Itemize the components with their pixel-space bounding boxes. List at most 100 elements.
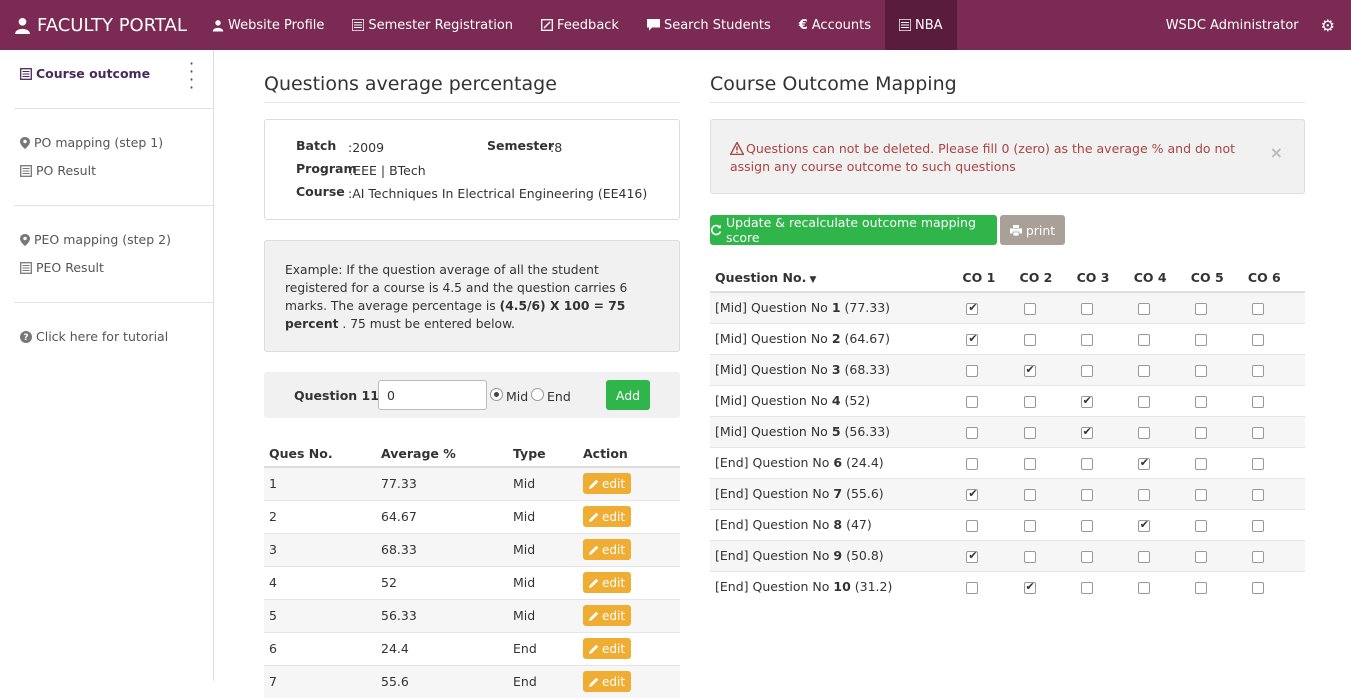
edit-button[interactable]: edit — [583, 473, 632, 495]
sidebar-item-peo-mapping[interactable]: PEO mapping (step 2) — [20, 232, 171, 247]
co4-checkbox[interactable] — [1137, 333, 1150, 346]
co4-checkbox[interactable] — [1137, 488, 1150, 501]
co3-checkbox[interactable] — [1080, 333, 1093, 346]
sidebar-item-po-mapping[interactable]: PO mapping (step 1) — [20, 135, 163, 150]
co3-checkbox[interactable] — [1080, 581, 1093, 594]
co1-checkbox[interactable] — [966, 487, 979, 501]
co6-checkbox[interactable] — [1251, 457, 1264, 470]
co1-checkbox[interactable] — [966, 519, 979, 532]
co1-checkbox[interactable] — [966, 395, 979, 408]
co1-checkbox[interactable] — [966, 426, 979, 439]
co1-checkbox[interactable] — [966, 549, 979, 563]
co2-checkbox[interactable] — [1023, 302, 1036, 315]
co6-checkbox[interactable] — [1251, 519, 1264, 532]
co2-checkbox[interactable] — [1023, 363, 1036, 377]
user-menu[interactable]: WSDC Administrator — [1152, 0, 1321, 50]
question-type: [End] — [715, 486, 749, 501]
co5-checkbox[interactable] — [1194, 426, 1207, 439]
cell-co4 — [1133, 353, 1191, 385]
edit-button[interactable]: edit — [583, 638, 632, 659]
sidebar-item-peo-result[interactable]: PEO Result — [20, 260, 104, 275]
co3-checkbox[interactable] — [1080, 364, 1093, 377]
co1-checkbox[interactable] — [966, 581, 979, 594]
co3-checkbox[interactable] — [1080, 457, 1093, 470]
nav-semester-registration[interactable]: Semester Registration — [338, 0, 527, 50]
sidebar: Course outcome · · · · PO mapping (step 1) … — [0, 50, 214, 681]
edit-button[interactable]: edit — [583, 671, 632, 693]
divider — [14, 108, 213, 109]
sort-caret-icon: ▼ — [806, 274, 817, 285]
co5-checkbox[interactable] — [1194, 519, 1207, 532]
nav-feedback[interactable]: Feedback — [527, 0, 633, 50]
edit-button[interactable]: edit — [583, 539, 632, 560]
co6-checkbox[interactable] — [1251, 333, 1264, 346]
co4-checkbox[interactable] — [1137, 456, 1150, 470]
co6-checkbox[interactable] — [1251, 581, 1264, 594]
co5-checkbox[interactable] — [1194, 550, 1207, 563]
co2-checkbox[interactable] — [1023, 426, 1036, 439]
gear-icon[interactable]: ⚙ — [1321, 0, 1351, 50]
co3-checkbox[interactable] — [1080, 519, 1093, 532]
nav-search-students[interactable]: Search Students — [633, 0, 785, 50]
mid-radio[interactable] — [490, 388, 503, 401]
add-button[interactable]: Add — [606, 380, 650, 410]
close-icon[interactable]: × — [1270, 144, 1283, 162]
co3-checkbox[interactable] — [1080, 425, 1093, 439]
edit-button[interactable]: edit — [583, 572, 632, 593]
co5-checkbox[interactable] — [1194, 581, 1207, 594]
co2-checkbox[interactable] — [1023, 333, 1036, 346]
edit-button[interactable]: edit — [583, 506, 632, 527]
co1-checkbox[interactable] — [966, 457, 979, 470]
more-vertical-icon[interactable]: · · · · — [189, 56, 194, 96]
co5-checkbox[interactable] — [1194, 364, 1207, 377]
co3-checkbox[interactable] — [1080, 394, 1093, 408]
co6-checkbox[interactable] — [1251, 488, 1264, 501]
average-input[interactable] — [378, 380, 487, 410]
co6-checkbox[interactable] — [1251, 550, 1264, 563]
co4-checkbox[interactable] — [1137, 550, 1150, 563]
nav-website-profile[interactable]: Website Profile — [198, 0, 338, 50]
sidebar-item-course-outcome[interactable]: Course outcome — [20, 66, 150, 81]
co5-checkbox[interactable] — [1194, 302, 1207, 315]
brand[interactable]: FACULTY PORTAL — [0, 0, 198, 50]
nav-accounts[interactable]: € Accounts — [785, 0, 885, 50]
co5-checkbox[interactable] — [1194, 333, 1207, 346]
co5-checkbox[interactable] — [1194, 395, 1207, 408]
co4-checkbox[interactable] — [1137, 364, 1150, 377]
co4-checkbox[interactable] — [1137, 302, 1150, 315]
end-radio[interactable] — [531, 388, 544, 401]
nav-nba[interactable]: NBA — [885, 0, 957, 50]
co4-checkbox[interactable] — [1137, 395, 1150, 408]
co3-checkbox[interactable] — [1080, 302, 1093, 315]
edit-button[interactable]: edit — [583, 605, 632, 626]
co2-checkbox[interactable] — [1023, 395, 1036, 408]
sidebar-item-tutorial[interactable]: ? Click here for tutorial — [20, 329, 168, 344]
co2-checkbox[interactable] — [1023, 457, 1036, 470]
question-type: [End] — [715, 548, 749, 563]
co5-checkbox[interactable] — [1194, 457, 1207, 470]
co2-checkbox[interactable] — [1023, 488, 1036, 501]
co4-checkbox[interactable] — [1137, 426, 1150, 439]
sidebar-item-po-result[interactable]: PO Result — [20, 163, 96, 178]
co3-checkbox[interactable] — [1080, 488, 1093, 501]
co6-checkbox[interactable] — [1251, 364, 1264, 377]
co2-checkbox[interactable] — [1023, 580, 1036, 594]
co5-checkbox[interactable] — [1194, 488, 1207, 501]
co1-checkbox[interactable] — [966, 364, 979, 377]
co2-checkbox[interactable] — [1023, 550, 1036, 563]
co4-checkbox[interactable] — [1137, 518, 1150, 532]
brand-title: FACULTY PORTAL — [37, 14, 187, 36]
cell-ques-no: 5 — [264, 598, 376, 632]
col-header-action: Action — [578, 440, 680, 468]
co6-checkbox[interactable] — [1251, 395, 1264, 408]
co6-checkbox[interactable] — [1251, 426, 1264, 439]
co4-checkbox[interactable] — [1137, 581, 1150, 594]
print-button[interactable]: print — [1000, 215, 1065, 245]
co6-checkbox[interactable] — [1251, 302, 1264, 315]
co1-checkbox[interactable] — [966, 301, 979, 315]
col-header-question-no[interactable]: Question No. ▼ — [710, 263, 963, 293]
co1-checkbox[interactable] — [966, 332, 979, 346]
co3-checkbox[interactable] — [1080, 550, 1093, 563]
update-recalculate-button[interactable]: Update & recalculate outcome mapping sco… — [710, 215, 997, 245]
co2-checkbox[interactable] — [1023, 519, 1036, 532]
